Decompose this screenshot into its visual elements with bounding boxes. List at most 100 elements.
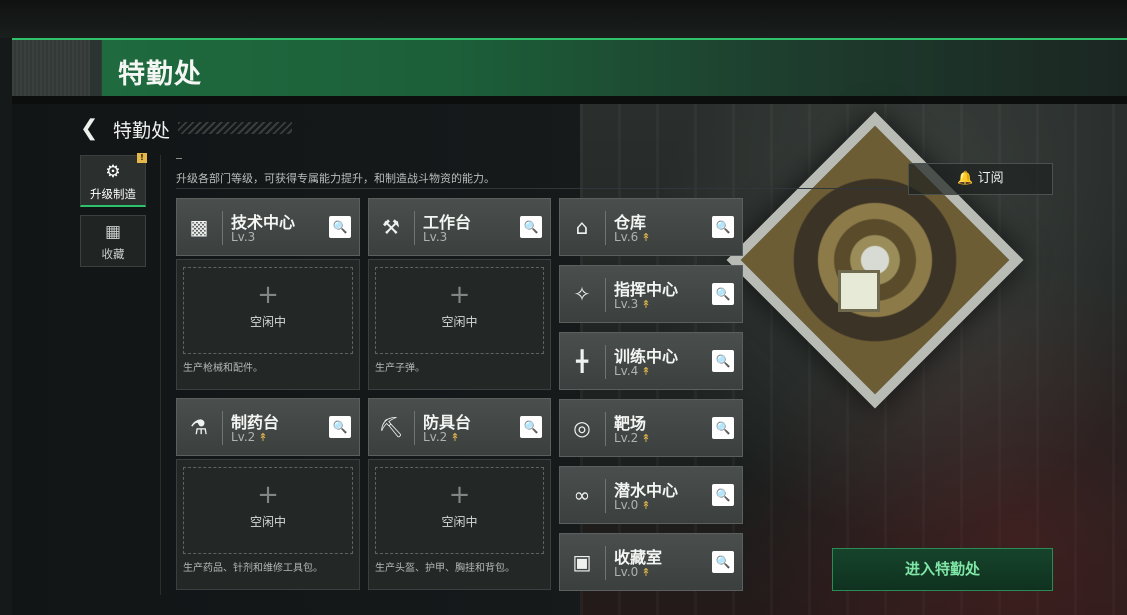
search-icon[interactable]: 🔍 bbox=[329, 216, 351, 238]
title-hatch bbox=[178, 122, 292, 134]
dept-level: Lv.2 ↟ bbox=[231, 430, 268, 444]
search-icon[interactable]: 🔍 bbox=[329, 416, 351, 438]
search-icon[interactable]: 🔍 bbox=[520, 216, 542, 238]
dept-card-workbench[interactable]: ⚒ 工作台 Lv.3 🔍 bbox=[368, 198, 551, 256]
subscribe-label: 订阅 bbox=[977, 171, 1004, 186]
desc-dash bbox=[176, 158, 182, 159]
slot-status: 空闲中 bbox=[249, 515, 286, 529]
dept-level: Lv.3 bbox=[231, 230, 256, 244]
tech-center-icon: ▩ bbox=[189, 215, 209, 239]
banner-title: 特勤处 bbox=[118, 59, 202, 90]
header-banner: 特勤处 bbox=[12, 38, 1127, 98]
card-separator bbox=[605, 546, 606, 580]
upgrade-chevron-icon: ↟ bbox=[258, 431, 268, 444]
warehouse-icon: ⌂ bbox=[575, 215, 589, 239]
dept-card-pharmacy[interactable]: ⚗ 制药台 Lv.2 ↟ 🔍 bbox=[176, 398, 360, 456]
level-text: Lv.3 bbox=[614, 297, 639, 311]
dept-card-armor-bench[interactable]: ⛏ 防具台 Lv.2 ↟ 🔍 bbox=[368, 398, 551, 456]
slot-note: 生产头盔、护甲、胸挂和背包。 bbox=[375, 563, 515, 574]
production-slot-workbench[interactable]: + 空闲中 生产子弹。 bbox=[368, 259, 551, 390]
plus-icon: + bbox=[257, 280, 279, 310]
card-separator bbox=[414, 411, 415, 445]
production-slot-armor-bench[interactable]: + 空闲中 生产头盔、护甲、胸挂和背包。 bbox=[368, 459, 551, 590]
upgrade-chevron-icon: ↟ bbox=[641, 499, 651, 512]
dept-card-warehouse[interactable]: ⌂ 仓库 Lv.6 ↟ 🔍 bbox=[559, 198, 743, 256]
card-separator bbox=[605, 278, 606, 312]
upgrade-chevron-icon: ↟ bbox=[641, 365, 651, 378]
dept-card-shooting-range[interactable]: ◎ 靶场 Lv.2 ↟ 🔍 bbox=[559, 399, 743, 457]
plus-icon: + bbox=[448, 480, 471, 510]
search-icon[interactable]: 🔍 bbox=[712, 484, 734, 506]
description-divider bbox=[176, 188, 906, 189]
upgrade-chevron-icon: ↟ bbox=[641, 298, 651, 311]
dept-card-command-center[interactable]: ✧ 指挥中心 Lv.3 ↟ 🔍 bbox=[559, 265, 743, 323]
upgrade-chevron-icon: ↟ bbox=[641, 231, 651, 244]
search-icon[interactable]: 🔍 bbox=[712, 417, 734, 439]
card-separator bbox=[605, 412, 606, 446]
card-separator bbox=[605, 211, 606, 245]
level-text: Lv.6 bbox=[614, 230, 639, 244]
tab-collection[interactable]: ▦ 收藏 bbox=[80, 215, 146, 267]
level-text: Lv.2 bbox=[614, 431, 639, 445]
level-text: Lv.0 bbox=[614, 565, 639, 579]
banner-bottom bbox=[12, 96, 1127, 104]
training-center-icon: ╋ bbox=[575, 349, 589, 373]
divider bbox=[160, 155, 161, 595]
slot-status: 空闲中 bbox=[441, 515, 478, 529]
shooting-range-icon: ◎ bbox=[573, 416, 591, 440]
production-slot-pharmacy[interactable]: + 空闲中 生产药品、针剂和维修工具包。 bbox=[176, 459, 360, 590]
back-arrow-icon[interactable]: ❮ bbox=[80, 116, 98, 141]
level-text: Lv.2 bbox=[423, 430, 448, 444]
search-icon[interactable]: 🔍 bbox=[520, 416, 542, 438]
dept-level: Lv.2 ↟ bbox=[423, 430, 460, 444]
dept-level: Lv.4 ↟ bbox=[614, 364, 651, 378]
search-icon[interactable]: 🔍 bbox=[712, 216, 734, 238]
card-separator bbox=[222, 411, 223, 445]
slot-status: 空闲中 bbox=[249, 315, 286, 329]
tab-alert-badge: ! bbox=[137, 153, 147, 163]
banner-stub bbox=[12, 40, 90, 98]
search-icon[interactable]: 🔍 bbox=[712, 350, 734, 372]
dept-level: Lv.0 ↟ bbox=[614, 498, 651, 512]
dept-card-tech-center[interactable]: ▩ 技术中心 Lv.3 🔍 bbox=[176, 198, 360, 256]
subscribe-button[interactable]: 🔔 订阅 bbox=[908, 163, 1053, 195]
dept-card-collection-room[interactable]: ▣ 收藏室 Lv.0 ↟ 🔍 bbox=[559, 533, 743, 591]
level-text: Lv.0 bbox=[614, 498, 639, 512]
card-separator bbox=[222, 211, 223, 245]
cube-core-art bbox=[838, 270, 880, 312]
dept-level: Lv.0 ↟ bbox=[614, 565, 651, 579]
command-center-icon: ✧ bbox=[573, 282, 591, 306]
upgrade-chevron-icon: ↟ bbox=[641, 432, 651, 445]
dept-card-training-center[interactable]: ╋ 训练中心 Lv.4 ↟ 🔍 bbox=[559, 332, 743, 390]
tab-collection-label: 收藏 bbox=[101, 247, 125, 261]
pharmacy-icon: ⚗ bbox=[190, 415, 208, 439]
slot-note: 生产子弹。 bbox=[375, 363, 425, 374]
collection-room-icon: ▣ bbox=[572, 550, 592, 574]
armor-bench-icon: ⛏ bbox=[378, 415, 404, 439]
search-icon[interactable]: 🔍 bbox=[712, 283, 734, 305]
card-separator bbox=[605, 479, 606, 513]
panel-title: 特勤处 bbox=[113, 120, 171, 142]
plus-icon: + bbox=[448, 280, 471, 310]
top-strip bbox=[0, 0, 1127, 38]
slot-status: 空闲中 bbox=[441, 315, 478, 329]
dept-level: Lv.3 ↟ bbox=[614, 297, 651, 311]
slot-note: 生产药品、针剂和维修工具包。 bbox=[183, 563, 323, 574]
enter-button[interactable]: 进入特勤处 bbox=[832, 548, 1053, 591]
upgrade-chevron-icon: ↟ bbox=[641, 566, 651, 579]
dept-level: Lv.3 bbox=[423, 230, 448, 244]
collection-icon: ▦ bbox=[104, 222, 122, 242]
level-text: Lv.2 bbox=[231, 430, 256, 444]
production-slot-tech-center[interactable]: + 空闲中 生产枪械和配件。 bbox=[176, 259, 360, 390]
card-separator bbox=[605, 345, 606, 379]
workbench-icon: ⚒ bbox=[382, 215, 400, 239]
dept-level: Lv.6 ↟ bbox=[614, 230, 651, 244]
bell-icon: 🔔 bbox=[957, 171, 974, 186]
dept-level: Lv.2 ↟ bbox=[614, 431, 651, 445]
upgrade-chevron-icon: ↟ bbox=[450, 431, 460, 444]
dept-card-diving-center[interactable]: ∞ 潜水中心 Lv.0 ↟ 🔍 bbox=[559, 466, 743, 524]
upgrade-build-icon: ⚙ bbox=[105, 162, 121, 182]
search-icon[interactable]: 🔍 bbox=[712, 551, 734, 573]
level-text: Lv.4 bbox=[614, 364, 639, 378]
slot-note: 生产枪械和配件。 bbox=[183, 363, 263, 374]
